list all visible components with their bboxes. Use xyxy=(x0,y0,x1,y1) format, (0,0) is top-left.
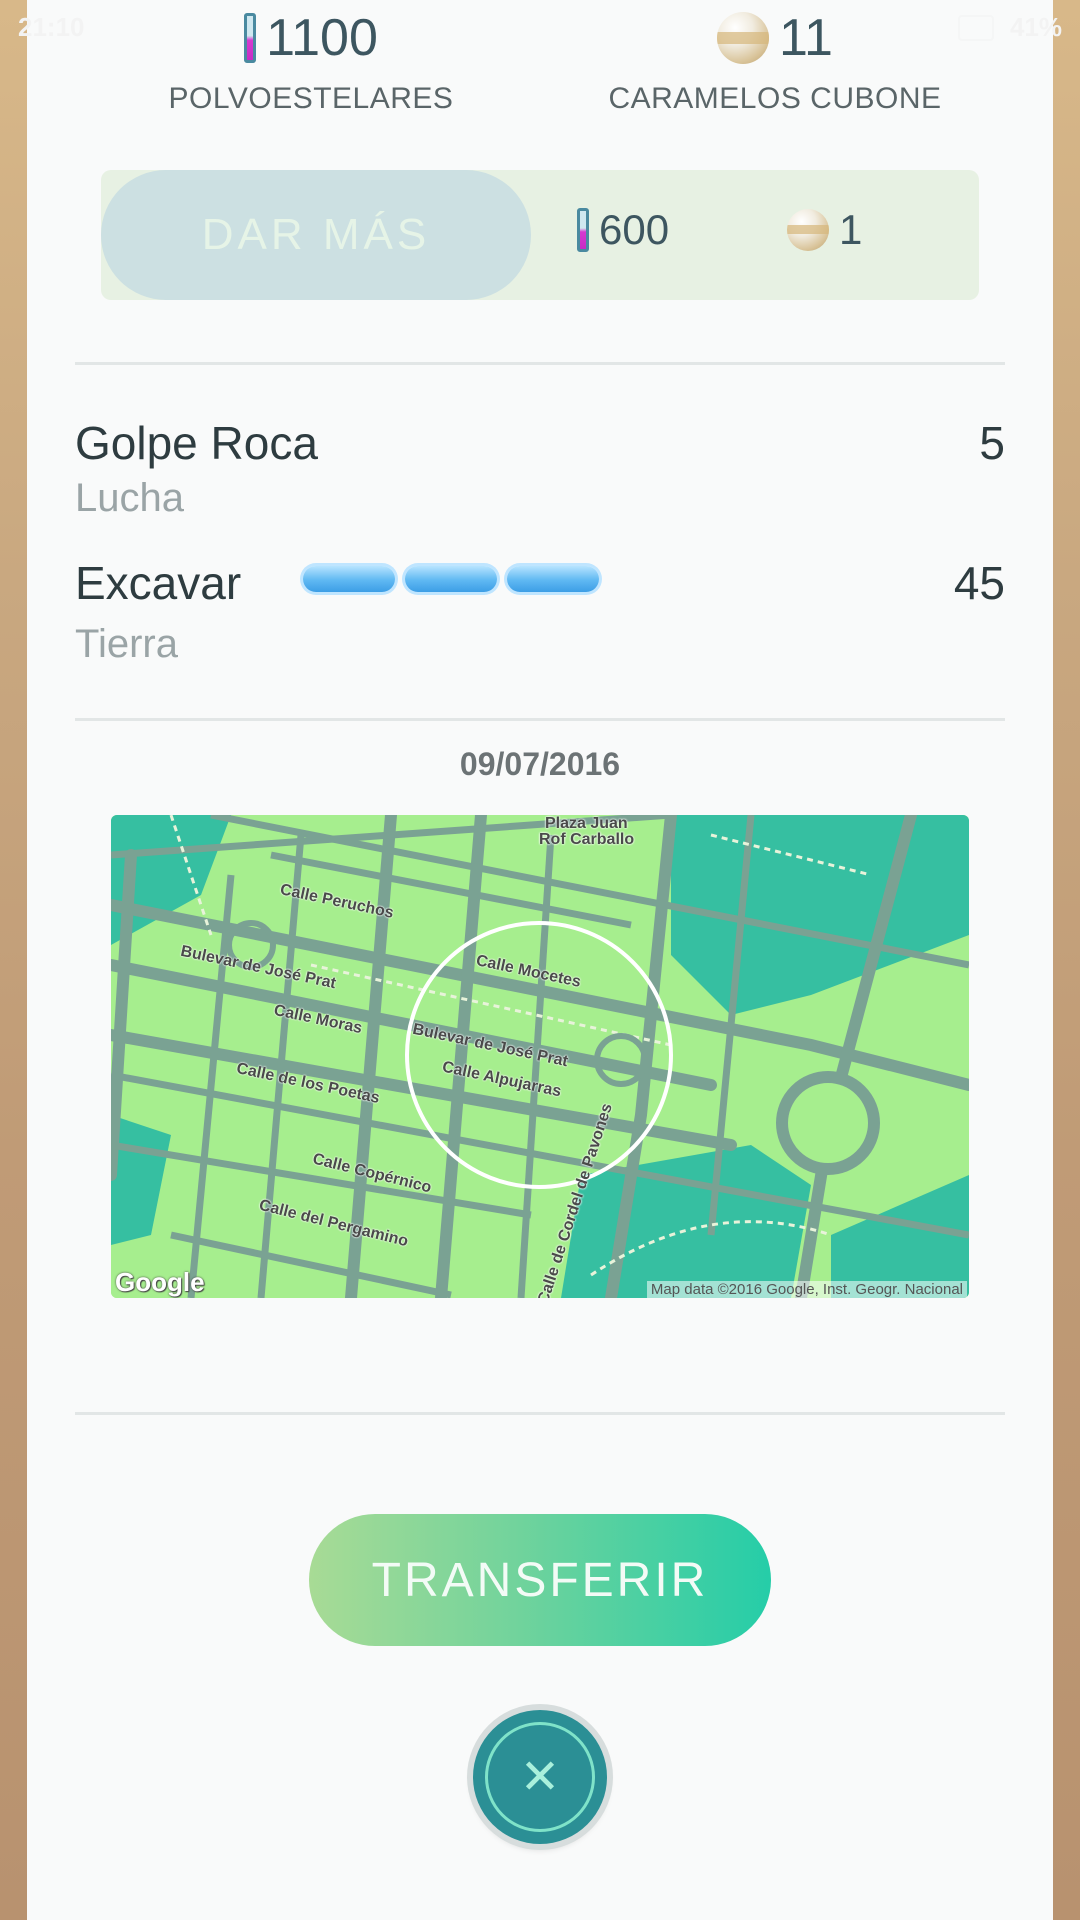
status-time: 21:10 xyxy=(18,12,85,42)
stardust-icon xyxy=(577,208,589,252)
pokemon-detail-card: 1100 POLVOESTELARES 11 CARAMELOS CUBONE … xyxy=(27,0,1053,1920)
energy-bar xyxy=(405,566,497,592)
map-label: Calle Mocetes xyxy=(474,952,583,991)
map-label: Rof Carballo xyxy=(539,831,635,848)
power-up-button[interactable]: DAR MÁS xyxy=(101,170,531,300)
charge-move-energy-bars xyxy=(303,566,599,592)
power-up-bar: DAR MÁS 600 1 xyxy=(101,170,979,300)
map-label: Calle Copérnico xyxy=(310,1150,434,1197)
status-bar: 21:10 41% xyxy=(0,0,1080,60)
charge-move-type: Tierra xyxy=(75,622,178,666)
map-label: Calle de Cordel de Pavones xyxy=(534,1101,616,1298)
transfer-button[interactable]: TRANSFERIR xyxy=(309,1514,771,1646)
map-label: Bulevar de José Prat xyxy=(179,942,338,993)
map-label: Calle del Pergamino xyxy=(257,1196,410,1251)
divider xyxy=(75,362,1005,365)
close-icon: ✕ xyxy=(485,1722,595,1832)
map-label: Calle de los Poetas xyxy=(234,1060,382,1107)
energy-bar xyxy=(507,566,599,592)
capture-date: 09/07/2016 xyxy=(459,746,621,782)
energy-bar xyxy=(303,566,395,592)
close-button[interactable]: ✕ xyxy=(473,1710,607,1844)
charge-move-name: Excavar xyxy=(75,557,242,609)
map-label: Calle Moras xyxy=(272,1001,364,1038)
charge-move-power: 45 xyxy=(953,557,1005,609)
divider xyxy=(75,718,1005,721)
map-attribution: Map data ©2016 Google, Inst. Geogr. Naci… xyxy=(646,1281,967,1298)
battery-level: 41% xyxy=(1009,12,1062,42)
google-logo: Google xyxy=(115,1267,205,1297)
fast-move-power: 5 xyxy=(979,417,1005,469)
stardust-label: POLVOESTELARES xyxy=(168,82,454,115)
map-label: Bulevar de José Prat xyxy=(411,1020,570,1071)
candy-icon xyxy=(787,209,829,251)
candy-label: CARAMELOS CUBONE xyxy=(608,82,942,115)
power-up-candy-cost: 1 xyxy=(787,206,862,254)
divider xyxy=(75,1412,1005,1415)
battery-icon xyxy=(957,14,994,41)
fast-move-name: Golpe Roca xyxy=(75,417,318,469)
map-label: Calle Peruchos xyxy=(278,881,396,922)
map-street-labels: Plaza Juan Rof Carballo Calle Peruchos B… xyxy=(111,815,969,1298)
power-up-stardust-cost: 600 xyxy=(577,206,669,254)
status-icons: 41% xyxy=(957,12,1062,43)
fast-move-type: Lucha xyxy=(75,476,184,520)
stardust-cost-value: 600 xyxy=(599,206,670,253)
capture-map: Plaza Juan Rof Carballo Calle Peruchos B… xyxy=(111,815,969,1298)
candy-cost-value: 1 xyxy=(839,206,863,253)
